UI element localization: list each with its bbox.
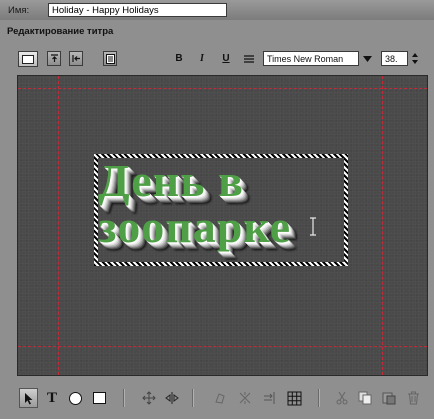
mirror-button[interactable] bbox=[164, 390, 180, 406]
properties-button[interactable] bbox=[103, 51, 117, 66]
justify-button[interactable] bbox=[242, 52, 255, 65]
text-tool-button[interactable]: T bbox=[44, 389, 60, 407]
font-select[interactable]: Times New Roman bbox=[263, 51, 359, 66]
title-canvas[interactable]: День в зоопарке bbox=[17, 75, 428, 376]
move-button[interactable] bbox=[141, 390, 157, 406]
align-right-button[interactable] bbox=[261, 390, 277, 406]
safe-title-guide-bottom bbox=[18, 346, 427, 347]
name-label: Имя: bbox=[8, 5, 30, 16]
name-input[interactable] bbox=[48, 3, 227, 17]
paste-button[interactable] bbox=[381, 390, 397, 406]
chevron-down-icon bbox=[363, 56, 372, 62]
align-top-icon bbox=[50, 54, 58, 62]
shear-icon bbox=[239, 392, 251, 404]
copy-icon bbox=[358, 391, 372, 405]
ellipse-tool-icon bbox=[68, 391, 82, 405]
font-size-spinner[interactable] bbox=[410, 51, 420, 66]
justify-icon bbox=[243, 54, 254, 63]
toolbar-divider bbox=[123, 389, 125, 407]
toolbar-divider bbox=[192, 389, 194, 407]
align-top-button[interactable] bbox=[47, 51, 61, 66]
bold-button[interactable]: B bbox=[173, 52, 185, 65]
pointer-tool-button[interactable] bbox=[19, 388, 38, 408]
underline-button[interactable]: U bbox=[220, 52, 232, 65]
delete-icon bbox=[407, 391, 419, 405]
section-title: Редактирование титра bbox=[7, 26, 114, 37]
safe-title-guide-right bbox=[382, 76, 383, 375]
pointer-icon bbox=[24, 392, 32, 404]
grid-button[interactable] bbox=[285, 389, 303, 407]
spinner-arrows-icon bbox=[412, 53, 418, 64]
title-line-1: День в bbox=[98, 155, 244, 206]
safe-title-guide-top bbox=[18, 88, 427, 89]
properties-icon bbox=[105, 53, 115, 64]
rotate-button[interactable] bbox=[212, 390, 228, 406]
title-frame-button[interactable] bbox=[18, 51, 38, 67]
cut-icon bbox=[336, 391, 348, 405]
title-text[interactable]: День в зоопарке bbox=[98, 158, 348, 250]
mirror-icon bbox=[165, 392, 179, 404]
font-size-field[interactable]: 38. bbox=[381, 51, 408, 66]
safe-title-guide-left bbox=[58, 76, 59, 375]
align-left-icon bbox=[71, 55, 80, 62]
text-cursor-icon bbox=[310, 217, 316, 236]
title-frame-icon bbox=[22, 54, 34, 64]
shear-button[interactable] bbox=[237, 390, 253, 406]
align-right-icon bbox=[264, 392, 275, 404]
name-bar: Имя: bbox=[0, 0, 434, 20]
copy-button[interactable] bbox=[357, 390, 373, 406]
italic-button[interactable]: I bbox=[196, 52, 208, 65]
grid-icon bbox=[287, 391, 301, 405]
font-dropdown-button[interactable] bbox=[361, 52, 374, 65]
paste-icon bbox=[382, 392, 396, 405]
toolbar-divider bbox=[318, 389, 320, 407]
move-icon bbox=[142, 391, 156, 405]
delete-button[interactable] bbox=[405, 390, 421, 406]
align-left-button[interactable] bbox=[69, 51, 83, 66]
bottom-toolbar: T bbox=[0, 383, 434, 413]
text-tool-icon: T bbox=[46, 389, 57, 406]
rectangle-tool-icon bbox=[92, 392, 106, 404]
rectangle-tool-button[interactable] bbox=[91, 390, 107, 406]
ellipse-tool-button[interactable] bbox=[67, 390, 83, 406]
rotate-icon bbox=[215, 393, 225, 404]
cut-button[interactable] bbox=[334, 390, 350, 406]
